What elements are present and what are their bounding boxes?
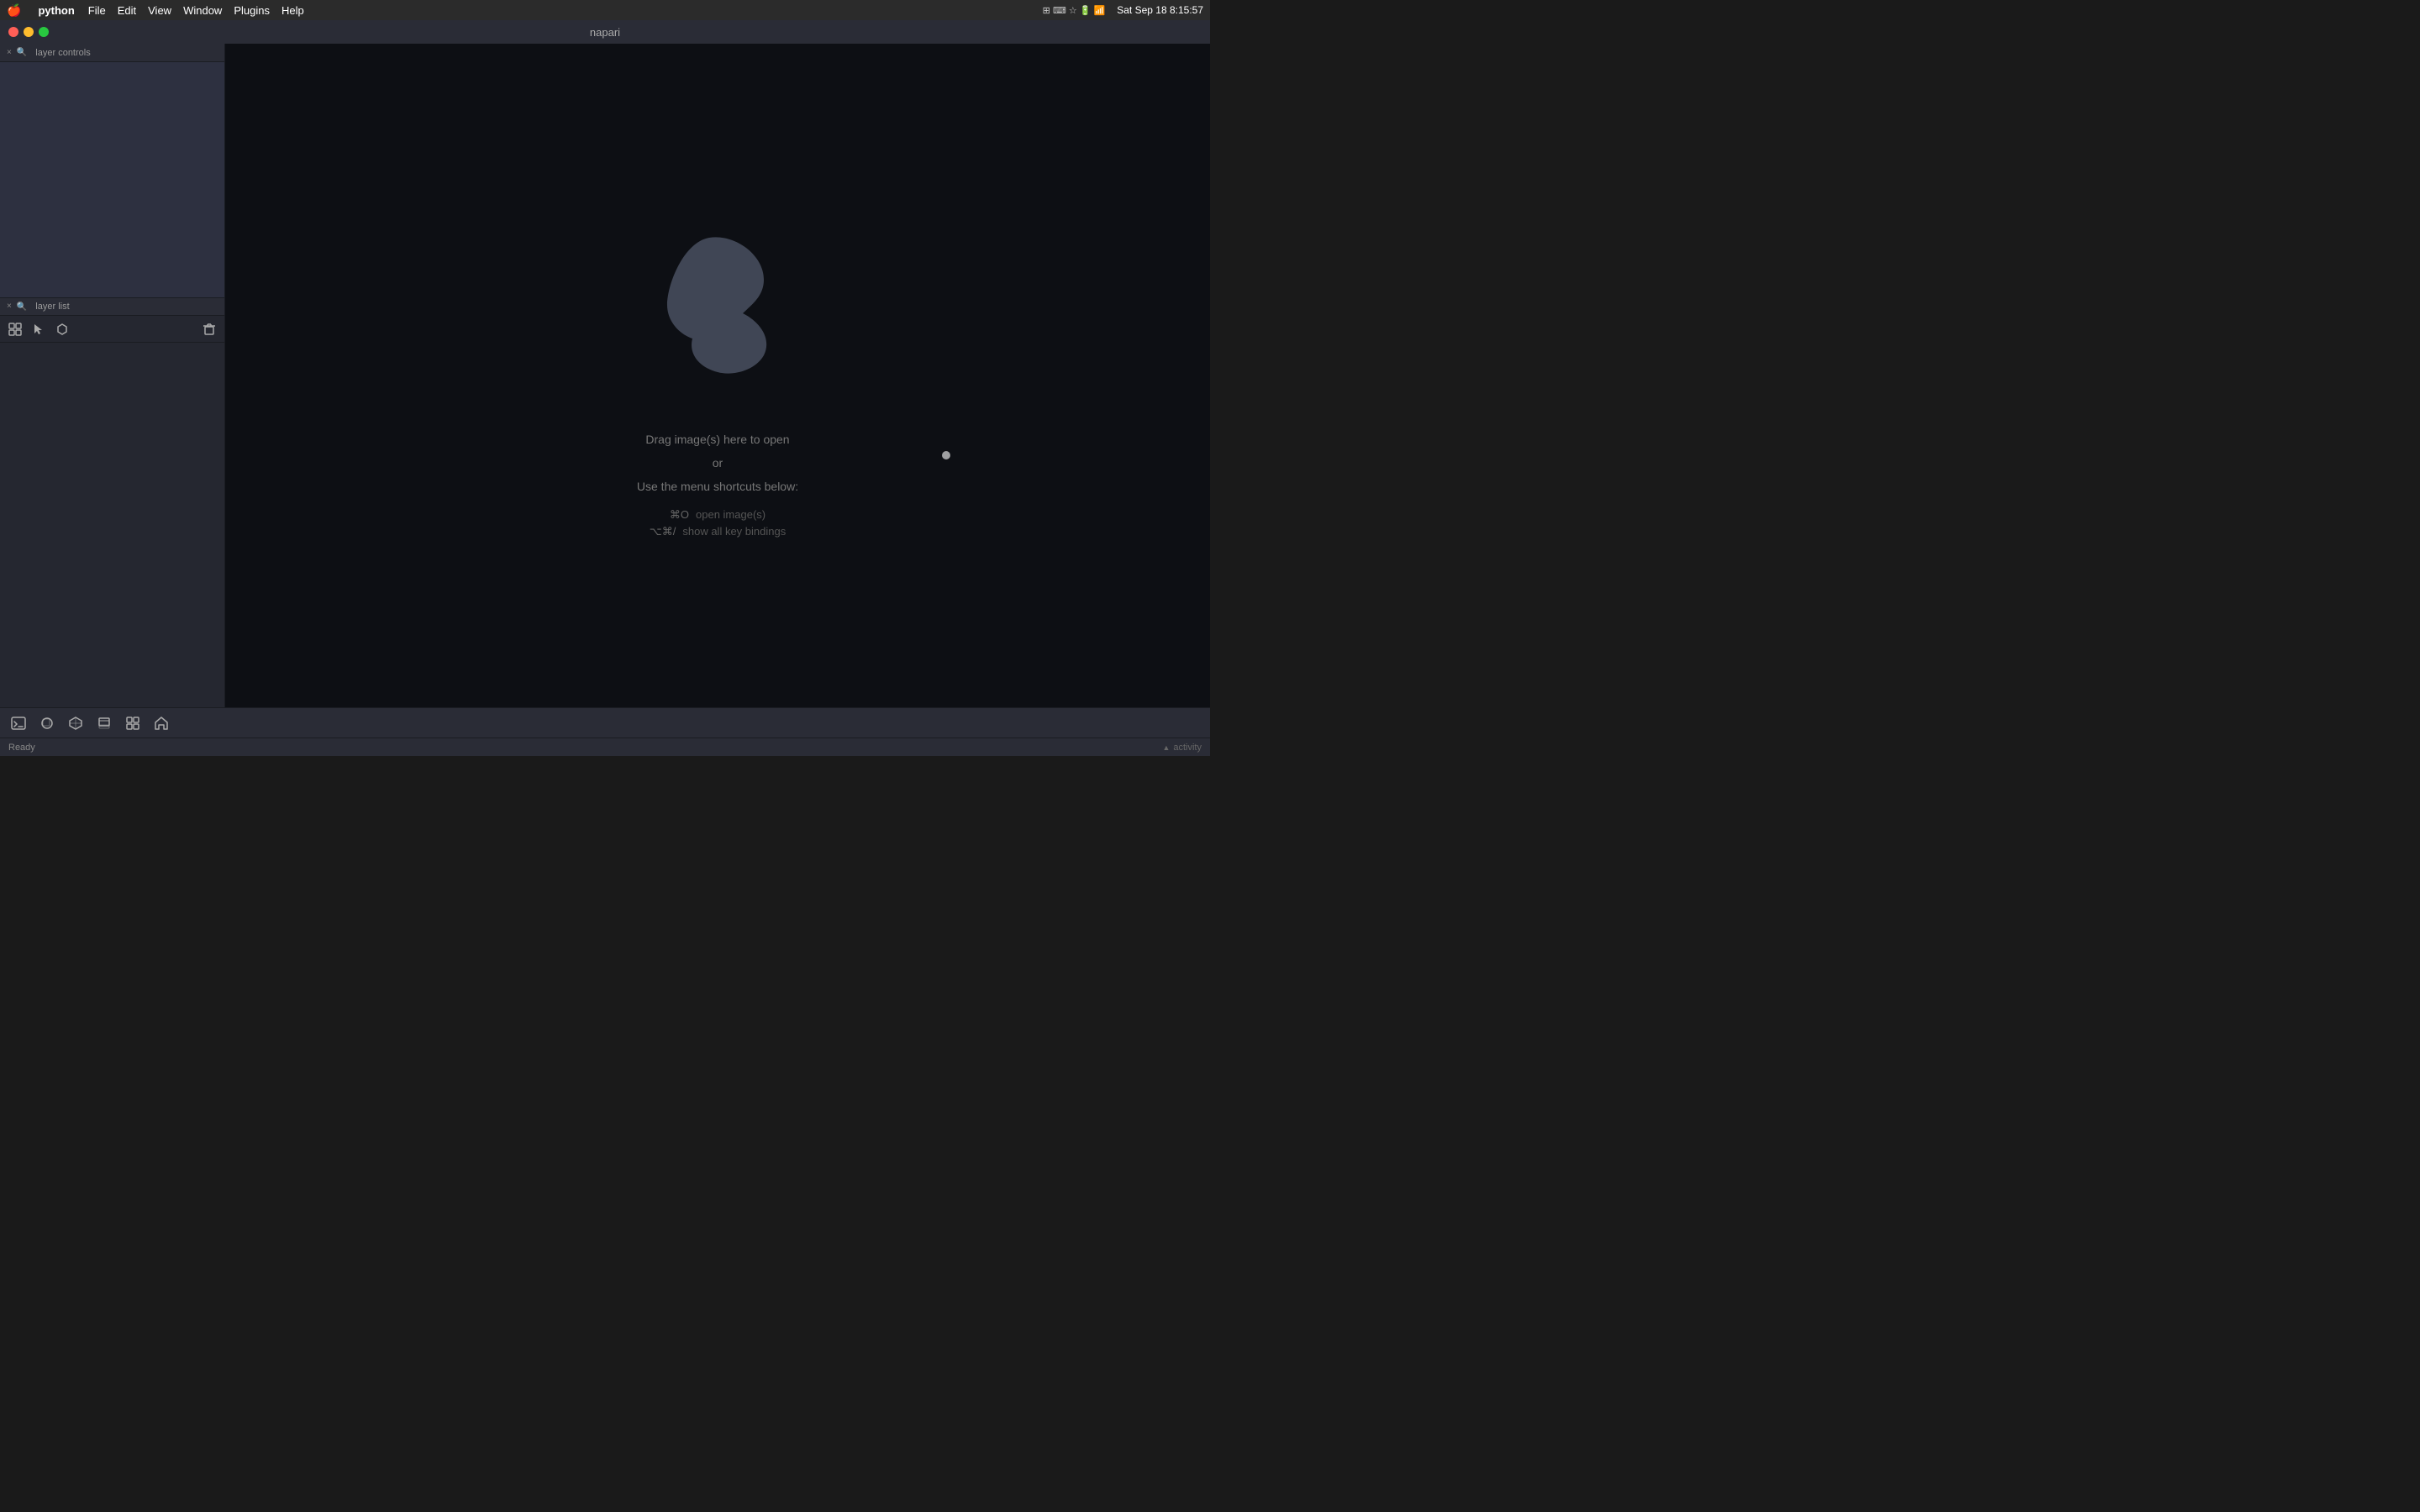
drag-text: Drag image(s) here to open [637,428,798,451]
maximize-button[interactable] [39,27,49,37]
canvas-content: Drag image(s) here to open or Use the me… [625,213,810,538]
cursor-indicator [942,451,950,459]
menu-text: Use the menu shortcuts below: [637,475,798,498]
sidebar: × 🔍 layer controls × 🔍 layer list [0,44,225,707]
menu-items: File Edit View Window Plugins Help [88,4,304,17]
layer-controls-area [0,62,224,297]
layer-controls-close[interactable]: × [7,49,12,57]
menu-plugins[interactable]: Plugins [234,4,270,17]
or-text: or [637,451,798,475]
statusbar-right: ▲ activity [1162,743,1202,753]
tag-tool-button[interactable] [52,319,72,339]
menu-window[interactable]: Window [183,4,222,17]
shortcut-bindings-desc: show all key bindings [682,525,786,538]
close-button[interactable] [8,27,18,37]
shortcut-open-key: ⌘O [670,508,689,522]
layer-list-toolbar [0,316,224,343]
layer-list-close[interactable]: × [7,302,12,311]
shortcut-open-desc: open image(s) [696,508,765,522]
layer-controls-search[interactable]: 🔍 [17,48,27,57]
canvas-area[interactable]: Drag image(s) here to open or Use the me… [225,44,1210,707]
layer-controls-title: layer controls [35,48,90,58]
layer-list-title: layer list [35,302,69,312]
menu-bar: 🍎 python File Edit View Window Plugins H… [0,0,1210,20]
layer-list-area [0,343,224,707]
minimize-button[interactable] [24,27,34,37]
napari-logo [634,221,802,389]
shortcuts-area: ⌘O open image(s) ⌥⌘/ show all key bindin… [637,508,798,538]
logo-container [625,213,810,397]
shortcut-bindings-key: ⌥⌘/ [650,525,676,538]
stack-button[interactable] [92,711,116,735]
apple-menu[interactable]: 🍎 [7,3,21,18]
menubar-datetime: Sat Sep 18 8:15:57 [1117,4,1203,16]
shortcut-bindings: ⌥⌘/ show all key bindings [637,525,798,538]
menu-help[interactable]: Help [281,4,304,17]
bottom-toolbar [0,707,1210,738]
shortcut-open: ⌘O open image(s) [637,508,798,522]
app-name[interactable]: python [38,4,74,17]
home-button[interactable] [150,711,173,735]
menubar-icons: ⊞ ⌨ ☆ 🔋 📶 [1043,5,1106,16]
window-title: napari [590,26,620,39]
shapes-button[interactable] [35,711,59,735]
canvas-instructions: Drag image(s) here to open or Use the me… [637,428,798,538]
arrow-tool-button[interactable] [29,319,49,339]
window-controls [8,27,49,37]
main-window: napari × 🔍 layer controls × 🔍 layer list [0,20,1210,756]
layer-list-header: × 🔍 layer list [0,297,224,316]
menu-edit[interactable]: Edit [118,4,136,17]
activity-chevron-icon: ▲ [1162,743,1170,752]
layer-list-search[interactable]: 🔍 [17,302,27,312]
menu-file[interactable]: File [88,4,106,17]
statusbar: Ready ▲ activity [0,738,1210,756]
grid-view-button[interactable] [121,711,145,735]
menu-view[interactable]: View [148,4,171,17]
delete-layer-button[interactable] [199,319,219,339]
main-layout: × 🔍 layer controls × 🔍 layer list [0,44,1210,707]
menubar-right: ⊞ ⌨ ☆ 🔋 📶 Sat Sep 18 8:15:57 [1043,4,1203,16]
layer-controls-header: × 🔍 layer controls [0,44,224,62]
terminal-button[interactable] [7,711,30,735]
activity-label: activity [1173,743,1202,753]
cube-button[interactable] [64,711,87,735]
titlebar: napari [0,20,1210,44]
grid-tool-button[interactable] [5,319,25,339]
status-text: Ready [8,743,35,753]
